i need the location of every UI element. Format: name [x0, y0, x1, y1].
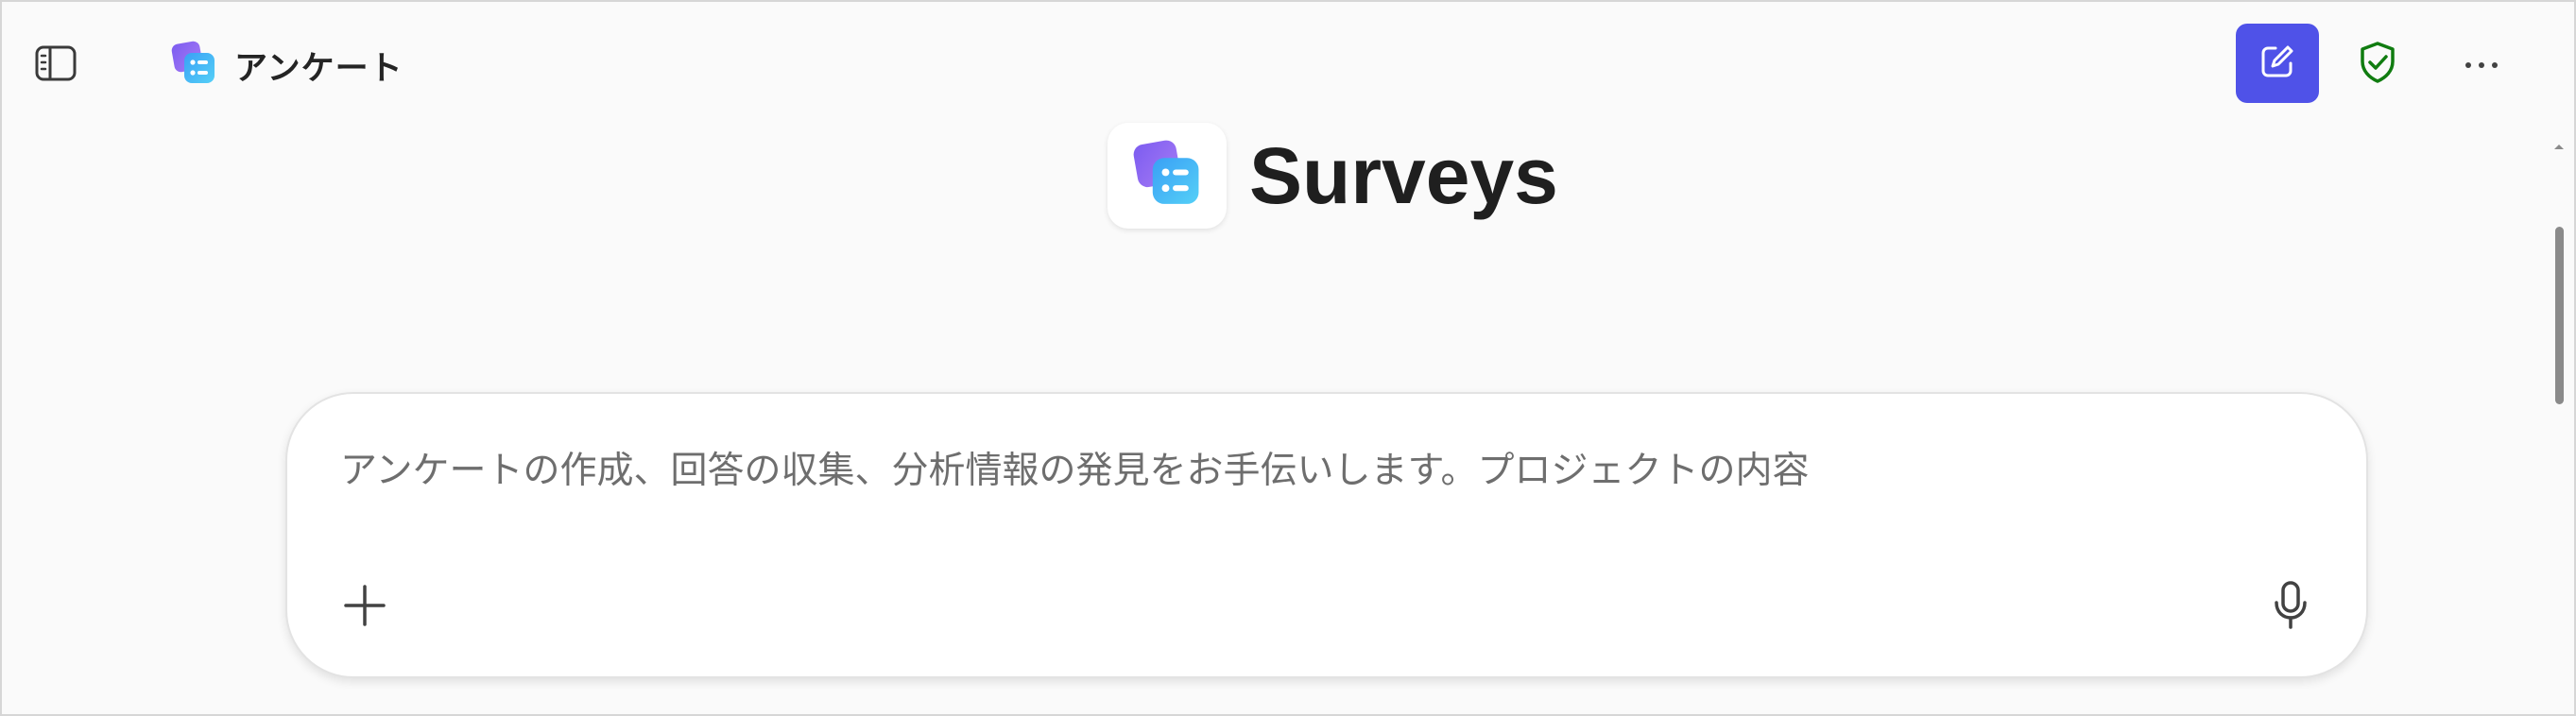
sidebar-toggle-icon [34, 44, 77, 86]
hero-section: Surveys [1108, 123, 1558, 229]
voice-input-button[interactable] [2255, 571, 2327, 643]
surveys-app-icon [1131, 138, 1203, 213]
surveys-app-icon [170, 40, 217, 91]
more-horizontal-icon [2463, 56, 2500, 74]
new-chat-button[interactable] [2236, 24, 2319, 103]
sidebar-toggle-button[interactable] [21, 30, 91, 100]
shield-check-icon [2357, 40, 2398, 89]
app-title-area: アンケート [170, 36, 404, 94]
hero-logo [1108, 123, 1227, 229]
app-window: アンケート Surveys アンケートの作成、回答の収集、分析情報の発見をお手伝… [0, 0, 2576, 716]
microphone-icon [2272, 580, 2310, 635]
composer-input[interactable]: アンケートの作成、回答の収集、分析情報の発見をお手伝いします。プロジェクトの内容 [340, 441, 2287, 494]
edit-square-icon [2258, 42, 2297, 85]
hero-title: Surveys [1249, 130, 1558, 220]
scroll-up-arrow[interactable] [2551, 140, 2567, 153]
message-composer[interactable]: アンケートの作成、回答の収集、分析情報の発見をお手伝いします。プロジェクトの内容 [285, 392, 2368, 678]
more-options-button[interactable] [2444, 28, 2519, 100]
scrollbar-thumb[interactable] [2555, 227, 2564, 404]
plus-icon [342, 583, 387, 632]
protection-status-button[interactable] [2340, 28, 2415, 100]
attach-button[interactable] [329, 571, 401, 643]
app-title: アンケート [234, 49, 404, 88]
